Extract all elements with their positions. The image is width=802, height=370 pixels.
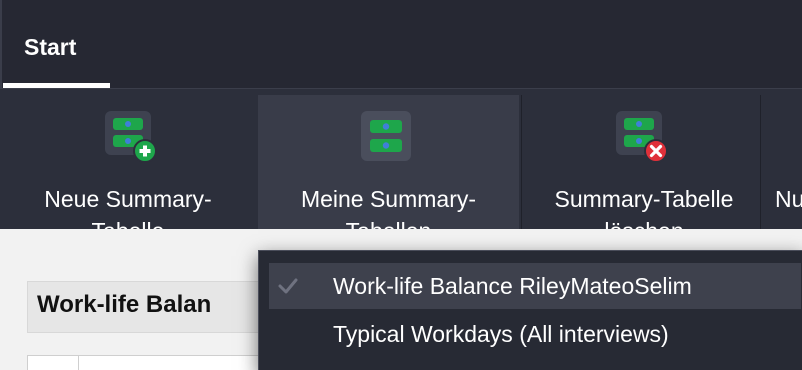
dropdown-item[interactable]: Work-life Balance RileyMateoSelim bbox=[269, 263, 801, 309]
dropdown-item-label: Work-life Balance RileyMateoSelim bbox=[333, 273, 692, 299]
delete-summary-table-label-line1: Summary-Tabelle bbox=[554, 186, 734, 212]
summary-table-delete-icon bbox=[616, 111, 668, 163]
partial-ribbon-button-label: Nu bbox=[775, 183, 802, 215]
tab-start-label: Start bbox=[24, 34, 77, 60]
new-summary-table-button[interactable]: Neue Summary- Tabelle bbox=[0, 95, 256, 244]
summary-table-icon bbox=[361, 111, 411, 161]
tab-bar-edge bbox=[0, 0, 2, 88]
summary-tables-dropdown-menu: Work-life Balance RileyMateoSelim Typica… bbox=[258, 250, 802, 370]
dropdown-item[interactable]: Typical Workdays (All interviews) bbox=[269, 311, 801, 357]
checkmark-icon bbox=[278, 278, 298, 294]
summary-table-grid bbox=[27, 355, 268, 370]
dropdown-item-label: Typical Workdays (All interviews) bbox=[333, 321, 669, 347]
delete-summary-table-button[interactable]: Summary-Tabelle löschen bbox=[522, 95, 766, 244]
tab-bar: Start bbox=[0, 0, 802, 88]
my-summary-tables-label-line1: Meine Summary- bbox=[300, 186, 477, 212]
new-summary-table-label-line1: Neue Summary- bbox=[44, 186, 212, 212]
summary-table-add-icon bbox=[105, 111, 157, 163]
tab-start[interactable]: Start bbox=[3, 28, 110, 88]
summary-table-title: Work-life Balan bbox=[37, 291, 212, 318]
partial-ribbon-button-label-line1: Nu bbox=[775, 186, 802, 212]
partial-ribbon-button[interactable]: Nu bbox=[761, 95, 802, 229]
grid-column-divider bbox=[78, 356, 79, 370]
ribbon-toolbar: Neue Summary- Tabelle Meine Summary- Tab… bbox=[0, 88, 802, 244]
my-summary-tables-button[interactable]: Meine Summary- Tabellen bbox=[258, 95, 519, 244]
app-window: Start Neue Summary- Tabelle bbox=[0, 0, 802, 370]
